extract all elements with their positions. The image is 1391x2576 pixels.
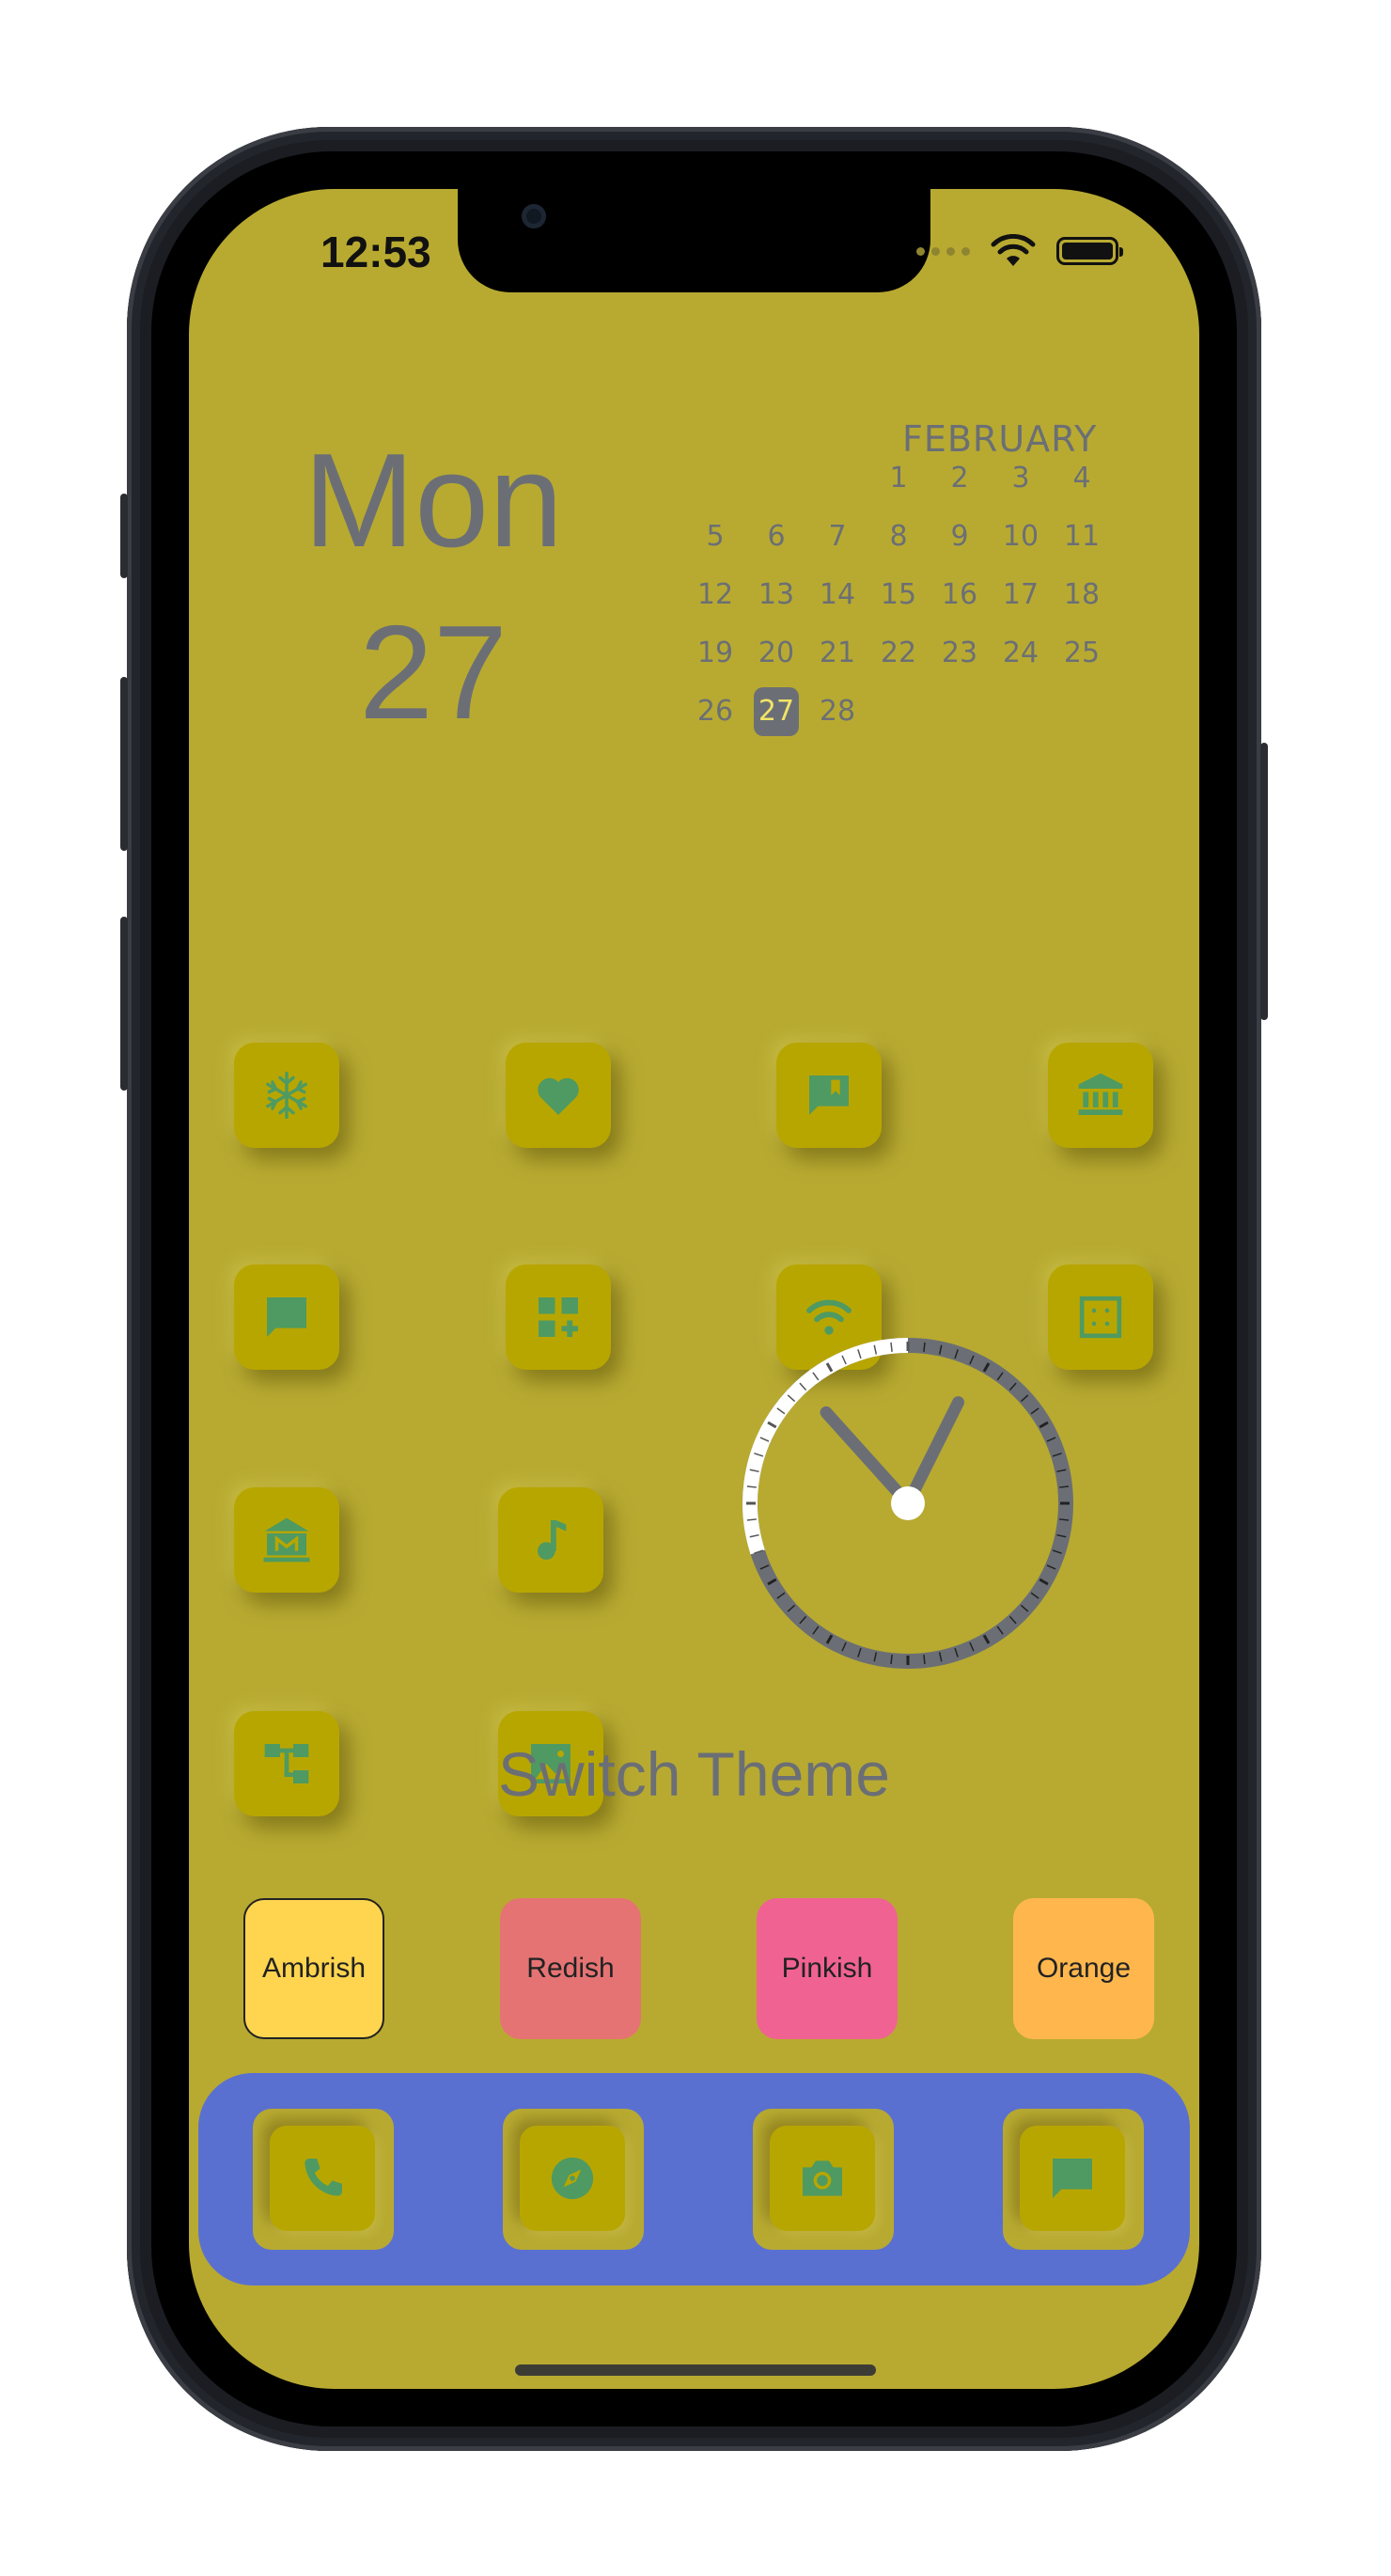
clock-minute-hand — [820, 1406, 914, 1510]
app-snowflake[interactable] — [234, 1043, 339, 1148]
calendar-day: 28 — [819, 695, 856, 728]
dock-app-phone[interactable] — [270, 2126, 375, 2231]
calendar-day: 20 — [758, 636, 795, 669]
app-add-widget[interactable] — [506, 1264, 611, 1370]
calendar-day: 10 — [1002, 520, 1039, 553]
calendar-day: 11 — [1063, 520, 1101, 553]
rate-review-icon — [809, 1076, 849, 1115]
app-heart[interactable] — [506, 1043, 611, 1148]
dock-slot — [253, 2109, 394, 2250]
calendar-day: 23 — [941, 636, 978, 669]
calendar-day: 3 — [1011, 462, 1030, 495]
power-button — [1260, 743, 1268, 1020]
heart-icon — [538, 1077, 579, 1115]
app-museum[interactable] — [234, 1487, 339, 1593]
calendar-day: 17 — [1002, 578, 1039, 611]
home-indicator[interactable] — [515, 2364, 876, 2376]
chat-icon — [267, 1297, 306, 1337]
calendar-day: 21 — [819, 636, 856, 669]
dock — [198, 2073, 1190, 2285]
calendar-day: 6 — [767, 520, 786, 553]
calendar-day: 25 — [1063, 636, 1101, 669]
calendar-day: 26 — [696, 695, 734, 728]
cellular-icon — [916, 246, 970, 256]
dock-app-message[interactable] — [1020, 2126, 1125, 2231]
theme-button-redish[interactable]: Redish — [500, 1898, 641, 2039]
clock-tick — [890, 1342, 893, 1352]
calendar-day: 15 — [880, 578, 917, 611]
calendar-day: 1 — [889, 462, 908, 495]
status-indicators — [916, 234, 1123, 268]
day-number: 27 — [359, 598, 508, 747]
calendar-day: 12 — [696, 578, 734, 611]
weekday-label: Mon — [303, 426, 564, 575]
crop-free-icon — [1079, 1296, 1122, 1339]
dock-slot — [753, 2109, 894, 2250]
dock-slot — [503, 2109, 644, 2250]
analog-clock — [742, 1338, 1073, 1669]
dock-app-camera[interactable] — [770, 2126, 875, 2231]
calendar-day: 13 — [758, 578, 795, 611]
calendar-day: 18 — [1063, 578, 1101, 611]
calendar-day: 19 — [696, 636, 734, 669]
phone-frame: 12:53 Mon 27 FEBRUARY 1 2 3 4 5 6 7 8 9 10 11 12 13 1… — [120, 127, 1268, 2451]
clock-tick — [746, 1518, 757, 1521]
theme-button-label: Redish — [526, 1953, 615, 1984]
calendar-day: 7 — [828, 520, 847, 553]
volume-down-button — [120, 917, 128, 1091]
clock-center-dot — [891, 1486, 925, 1520]
front-camera-icon — [522, 204, 546, 228]
clock-seconds-arc — [742, 1338, 909, 1555]
compass-icon — [551, 2157, 594, 2200]
clock-tick — [923, 1655, 926, 1665]
theme-button-pinkish[interactable]: Pinkish — [757, 1898, 898, 2039]
phone-icon — [305, 2159, 342, 2196]
calendar-day: 24 — [1002, 636, 1039, 669]
app-music-note[interactable] — [498, 1487, 603, 1593]
message-icon — [1053, 2159, 1092, 2198]
calendar-day: 16 — [941, 578, 978, 611]
app-chat[interactable] — [234, 1264, 339, 1370]
calendar-day: 14 — [819, 578, 856, 611]
action-button — [120, 494, 128, 578]
dock-slot — [1003, 2109, 1144, 2250]
calendar-day: 4 — [1072, 462, 1091, 495]
dock-app-compass[interactable] — [520, 2126, 625, 2231]
camera-icon — [803, 2160, 842, 2196]
clock-tick — [1059, 1485, 1070, 1488]
calendar-day: 2 — [950, 462, 969, 495]
calendar-today: 27 — [754, 687, 799, 736]
add-widget-icon — [539, 1297, 578, 1337]
museum-icon — [263, 1517, 310, 1563]
theme-button-label: Ambrish — [261, 1953, 367, 1984]
status-time: 12:53 — [320, 228, 431, 276]
theme-button-label: Pinkish — [781, 1953, 873, 1984]
volume-up-button — [120, 677, 128, 851]
clock-tick — [890, 1655, 893, 1665]
theme-button-orange[interactable]: Orange — [1013, 1898, 1154, 2039]
calendar-day: 9 — [950, 520, 969, 553]
switch-theme-title: Switch Theme — [498, 1739, 890, 1809]
clock-tick — [746, 1485, 757, 1488]
home-screen: 12:53 Mon 27 FEBRUARY 1 2 3 4 5 6 7 8 9 10 11 12 13 1… — [189, 189, 1199, 2389]
theme-button-label: Orange — [1036, 1953, 1132, 1984]
wifi-status-icon — [991, 234, 1036, 266]
bank-icon — [1078, 1073, 1123, 1115]
clock-tick — [1059, 1518, 1070, 1521]
clock-tick — [923, 1342, 926, 1352]
music-note-icon — [538, 1520, 567, 1560]
app-rate-review[interactable] — [776, 1043, 882, 1148]
calendar-day: 8 — [889, 520, 908, 553]
calendar-day: 22 — [880, 636, 917, 669]
battery-icon — [1056, 237, 1123, 265]
calendar-day: 5 — [706, 520, 725, 553]
theme-button-ambrish[interactable]: Ambrish — [243, 1898, 384, 2039]
snowflake-icon — [266, 1071, 307, 1120]
notch — [458, 189, 930, 292]
app-bank[interactable] — [1048, 1043, 1153, 1148]
